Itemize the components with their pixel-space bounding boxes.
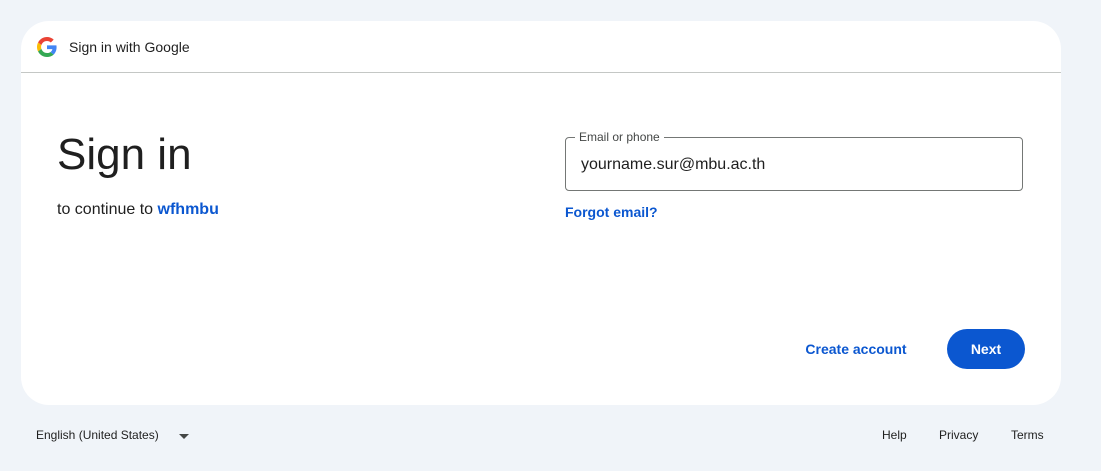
forgot-email-link[interactable]: Forgot email? <box>565 203 658 221</box>
card-header: Sign in with Google <box>21 21 1061 73</box>
email-field[interactable]: Email or phone yourname.sur@mbu.ac.th <box>565 129 1023 191</box>
continue-to-prefix: to continue to <box>57 201 154 218</box>
privacy-link[interactable]: Privacy <box>939 420 978 450</box>
email-field-label: Email or phone <box>575 129 664 145</box>
terms-link[interactable]: Terms <box>1011 420 1044 450</box>
footer: English (United States) Help Privacy Ter… <box>0 420 1101 450</box>
sign-in-card: Sign in with Google Sign in to continue … <box>21 21 1061 405</box>
create-account-button[interactable]: Create account <box>792 329 920 369</box>
language-selector[interactable]: English (United States) <box>28 420 167 450</box>
chevron-down-icon[interactable] <box>179 434 189 439</box>
next-button[interactable]: Next <box>947 329 1025 369</box>
google-g-icon <box>37 37 57 57</box>
header-title: Sign in with Google <box>69 39 190 55</box>
help-link[interactable]: Help <box>882 420 907 450</box>
app-name-link[interactable]: wfhmbu <box>158 201 219 218</box>
continue-to-text: to continue to wfhmbu <box>57 200 219 220</box>
page-title: Sign in <box>57 130 192 179</box>
language-label: English (United States) <box>36 428 159 442</box>
email-field-value[interactable]: yourname.sur@mbu.ac.th <box>581 155 765 175</box>
